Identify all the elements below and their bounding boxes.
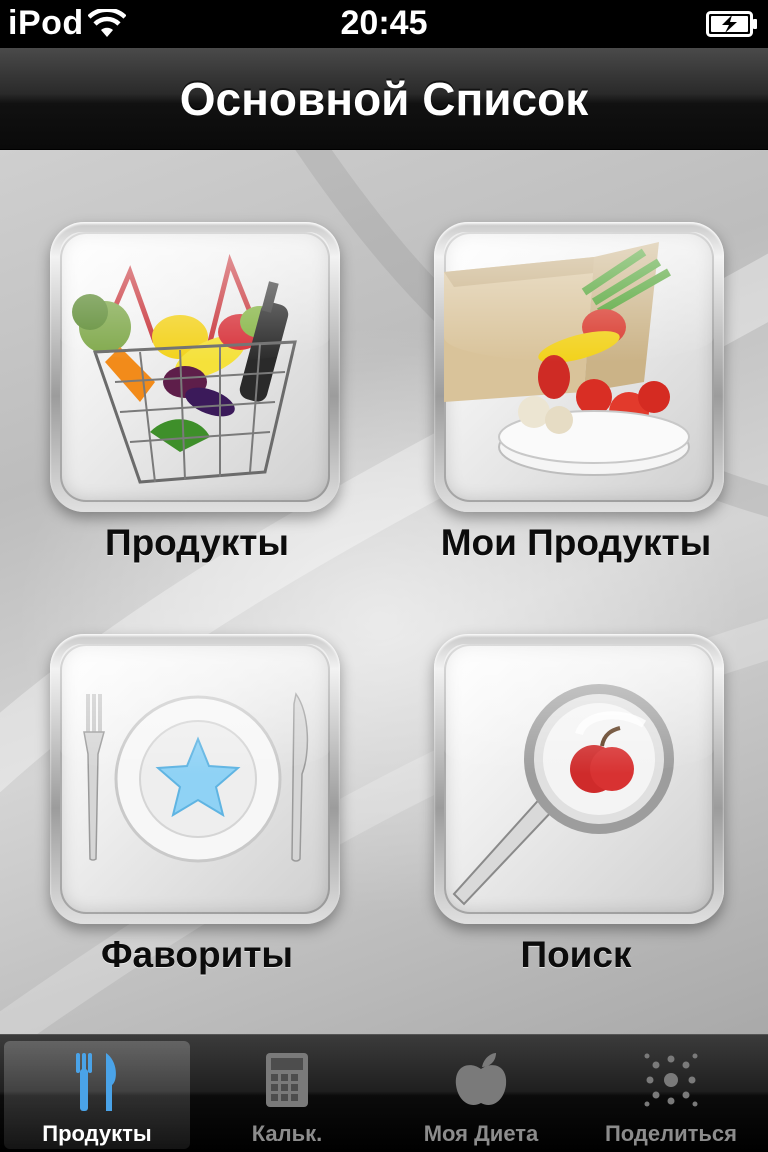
plate-star-cutlery-icon	[83, 692, 309, 863]
fork-knife-icon	[76, 1053, 116, 1111]
tab-bar: Продукты Кальк. Моя Диета Поделиться	[0, 1034, 768, 1152]
battery-charging-icon	[706, 11, 757, 37]
calculator-icon	[266, 1053, 308, 1107]
tab-my-diet-label: Моя Диета	[423, 1121, 539, 1146]
favorites-tile[interactable]	[50, 634, 340, 924]
status-bar: iPod 20:45	[0, 0, 768, 48]
search-label: Поиск	[520, 934, 632, 975]
paper-bag-vegetables-icon	[444, 242, 690, 476]
tab-my-diet[interactable]: Моя Диета	[388, 1041, 574, 1149]
magnifier-apple-icon	[452, 684, 674, 906]
tab-calculator[interactable]: Кальк.	[194, 1041, 380, 1149]
tab-products-label: Продукты	[42, 1121, 152, 1146]
favorites-label: Фавориты	[100, 934, 294, 975]
tab-share[interactable]: Поделиться	[578, 1041, 764, 1149]
my-products-tile[interactable]	[434, 222, 724, 512]
products-label: Продукты	[104, 522, 290, 563]
share-dots-icon	[644, 1053, 698, 1107]
tab-products[interactable]: Продукты	[4, 1041, 190, 1149]
search-tile[interactable]	[434, 634, 724, 924]
clock: 20:45	[340, 4, 428, 42]
products-tile[interactable]	[50, 222, 340, 512]
main-menu-grid: Продукты Мои Продукты Фавориты Поиск	[0, 150, 768, 1034]
page-title: Основной Список	[179, 73, 589, 125]
navigation-bar: Основной Список	[0, 48, 768, 150]
apple-icon	[455, 1053, 507, 1105]
grocery-basket-icon	[72, 253, 297, 484]
tab-share-label: Поделиться	[604, 1121, 738, 1146]
tab-calculator-label: Кальк.	[251, 1121, 323, 1146]
my-products-label: Мои Продукты	[440, 522, 712, 563]
